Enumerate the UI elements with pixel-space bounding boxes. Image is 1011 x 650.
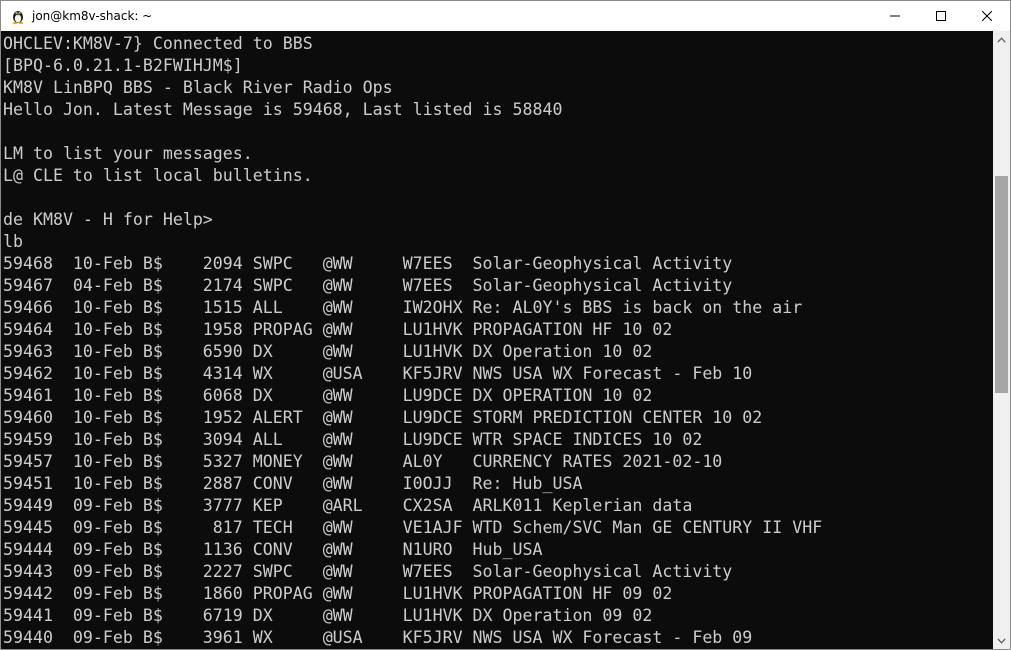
terminal-line: 59468 10-Feb B$ 2094 SWPC @WW W7EES Sola… bbox=[3, 254, 733, 273]
terminal-output[interactable]: OHCLEV:KM8V-7} Connected to BBS [BPQ-6.0.… bbox=[1, 31, 993, 649]
terminal-line: OHCLEV:KM8V-7} Connected to BBS bbox=[3, 34, 313, 53]
terminal-line: 59466 10-Feb B$ 1515 ALL @WW IW2OHX Re: … bbox=[3, 298, 803, 317]
title-bar[interactable]: jon@km8v-shack: ~ bbox=[1, 1, 1010, 31]
scroll-down-button[interactable] bbox=[993, 632, 1010, 649]
terminal-line: 59461 10-Feb B$ 6068 DX @WW LU9DCE DX OP… bbox=[3, 386, 653, 405]
terminal-line: 59464 10-Feb B$ 1958 PROPAG @WW LU1HVK P… bbox=[3, 320, 673, 339]
terminal-line: 59460 10-Feb B$ 1952 ALERT @WW LU9DCE ST… bbox=[3, 408, 763, 427]
close-button[interactable] bbox=[964, 1, 1010, 31]
terminal-line: 59443 09-Feb B$ 2227 SWPC @WW W7EES Sola… bbox=[3, 562, 733, 581]
minimize-icon bbox=[890, 15, 900, 17]
chevron-down-icon bbox=[997, 637, 1006, 644]
close-icon bbox=[982, 11, 992, 21]
terminal-line: 59462 10-Feb B$ 4314 WX @USA KF5JRV NWS … bbox=[3, 364, 753, 383]
minimize-button[interactable] bbox=[872, 1, 918, 31]
terminal-line: de KM8V - H for Help> bbox=[3, 210, 213, 229]
terminal-line: 59440 09-Feb B$ 3961 WX @USA KF5JRV NWS … bbox=[3, 628, 753, 647]
terminal-line: LM to list your messages. bbox=[3, 144, 253, 163]
terminal-window: jon@km8v-shack: ~ OHCLEV:KM8V-7} Connect… bbox=[0, 0, 1011, 650]
window-controls bbox=[872, 1, 1010, 31]
terminal-lines: OHCLEV:KM8V-7} Connected to BBS [BPQ-6.0.… bbox=[1, 31, 993, 649]
maximize-button[interactable] bbox=[918, 1, 964, 31]
terminal-line: L@ CLE to list local bulletins. bbox=[3, 166, 313, 185]
window-title: jon@km8v-shack: ~ bbox=[32, 9, 153, 23]
scrollbar-thumb[interactable] bbox=[995, 176, 1008, 393]
terminal-line: [BPQ-6.0.21.1-B2FWIHJM$] bbox=[3, 56, 243, 75]
vertical-scrollbar[interactable] bbox=[993, 31, 1010, 649]
terminal-line: 59467 04-Feb B$ 2174 SWPC @WW W7EES Sola… bbox=[3, 276, 733, 295]
scroll-up-button[interactable] bbox=[993, 31, 1010, 48]
terminal-line: 59459 10-Feb B$ 3094 ALL @WW LU9DCE WTR … bbox=[3, 430, 703, 449]
terminal-line: 59463 10-Feb B$ 6590 DX @WW LU1HVK DX Op… bbox=[3, 342, 653, 361]
terminal-line: 59445 09-Feb B$ 817 TECH @WW VE1AJF WTD … bbox=[3, 518, 823, 537]
terminal-line: lb bbox=[3, 232, 23, 251]
terminal-line: Hello Jon. Latest Message is 59468, Last… bbox=[3, 100, 563, 119]
terminal-line: 59449 09-Feb B$ 3777 KEP @ARL CX2SA ARLK… bbox=[3, 496, 693, 515]
terminal-line: 59457 10-Feb B$ 5327 MONEY @WW AL0Y CURR… bbox=[3, 452, 723, 471]
terminal-line: KM8V LinBPQ BBS - Black River Radio Ops bbox=[3, 78, 393, 97]
terminal-line: 59442 09-Feb B$ 1860 PROPAG @WW LU1HVK P… bbox=[3, 584, 673, 603]
terminal-line: 59441 09-Feb B$ 6719 DX @WW LU1HVK DX Op… bbox=[3, 606, 653, 625]
terminal-line: 59451 10-Feb B$ 2887 CONV @WW I0OJJ Re: … bbox=[3, 474, 583, 493]
tux-penguin-icon[interactable] bbox=[10, 8, 26, 24]
maximize-icon bbox=[936, 11, 946, 21]
chevron-up-icon bbox=[997, 36, 1006, 43]
terminal-line: 59444 09-Feb B$ 1136 CONV @WW N1URO Hub_… bbox=[3, 540, 543, 559]
